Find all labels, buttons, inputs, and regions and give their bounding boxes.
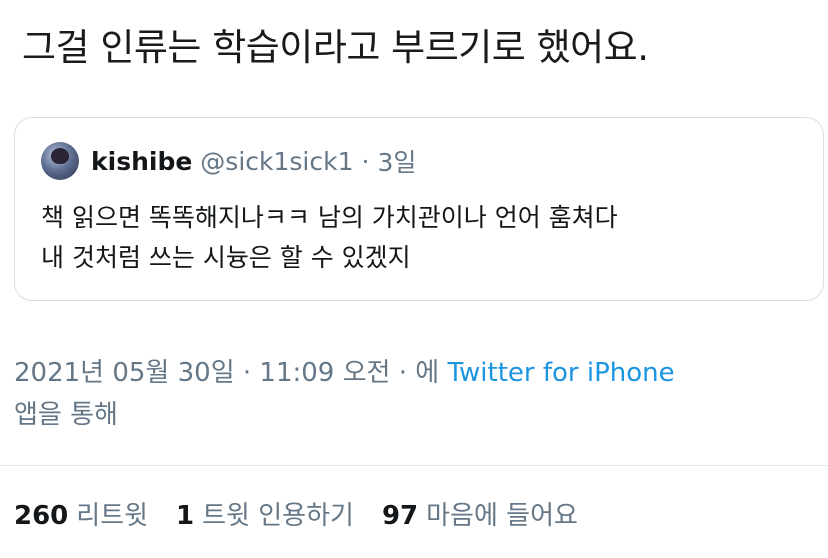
source-link[interactable]: Twitter for iPhone <box>447 358 674 388</box>
likes-count: 97 <box>381 501 419 531</box>
quoted-tweet-card[interactable]: kishibe @sick1sick1 · 3일 책 읽으면 똑똑해지나ㅋㅋ 남… <box>14 117 824 301</box>
divider <box>0 465 828 466</box>
quoted-date[interactable]: 3일 <box>377 143 416 179</box>
quoted-tweet-header: kishibe @sick1sick1 · 3일 <box>41 142 416 180</box>
retweets-count: 260 <box>14 501 69 531</box>
likes-label: 마음에 들어요 <box>426 501 578 531</box>
quoted-text-line: 내 것처럼 쓰는 시늉은 할 수 있겠지 <box>41 243 411 272</box>
quote-tweets-stat[interactable]: 1 트윗 인용하기 <box>176 495 354 532</box>
quoted-tweet-text: 책 읽으면 똑똑해지나ㅋㅋ 남의 가치관이나 언어 훔쳐다 내 것처럼 쓰는 시… <box>41 198 618 278</box>
quoted-display-name[interactable]: kishibe <box>91 147 192 176</box>
quoted-handle[interactable]: @sick1sick1 <box>200 147 353 176</box>
likes-stat[interactable]: 97 마음에 들어요 <box>382 495 578 532</box>
source-suffix: 앱을 통해 <box>14 400 118 430</box>
tweet-text: 그걸 인류는 학습이라고 부르기로 했어요. <box>22 26 649 69</box>
quote-tweets-label: 트윗 인용하기 <box>202 501 354 531</box>
quoted-text-line: 책 읽으면 똑똑해지나ㅋㅋ 남의 가치관이나 언어 훔쳐다 <box>41 203 618 232</box>
tweet-meta: 2021년 05월 30일 · 11:09 오전 · 에 Twitter for… <box>14 352 814 436</box>
retweets-stat[interactable]: 260 리트윗 <box>14 495 148 532</box>
timestamp[interactable]: 2021년 05월 30일 · 11:09 오전 · 에 <box>14 358 439 388</box>
avatar[interactable] <box>41 142 79 180</box>
separator-dot: · <box>361 146 370 176</box>
tweet-stats: 260 리트윗 1 트윗 인용하기 97 마음에 들어요 <box>14 495 606 532</box>
retweets-label: 리트윗 <box>76 501 149 531</box>
quote-tweets-count: 1 <box>176 501 195 531</box>
